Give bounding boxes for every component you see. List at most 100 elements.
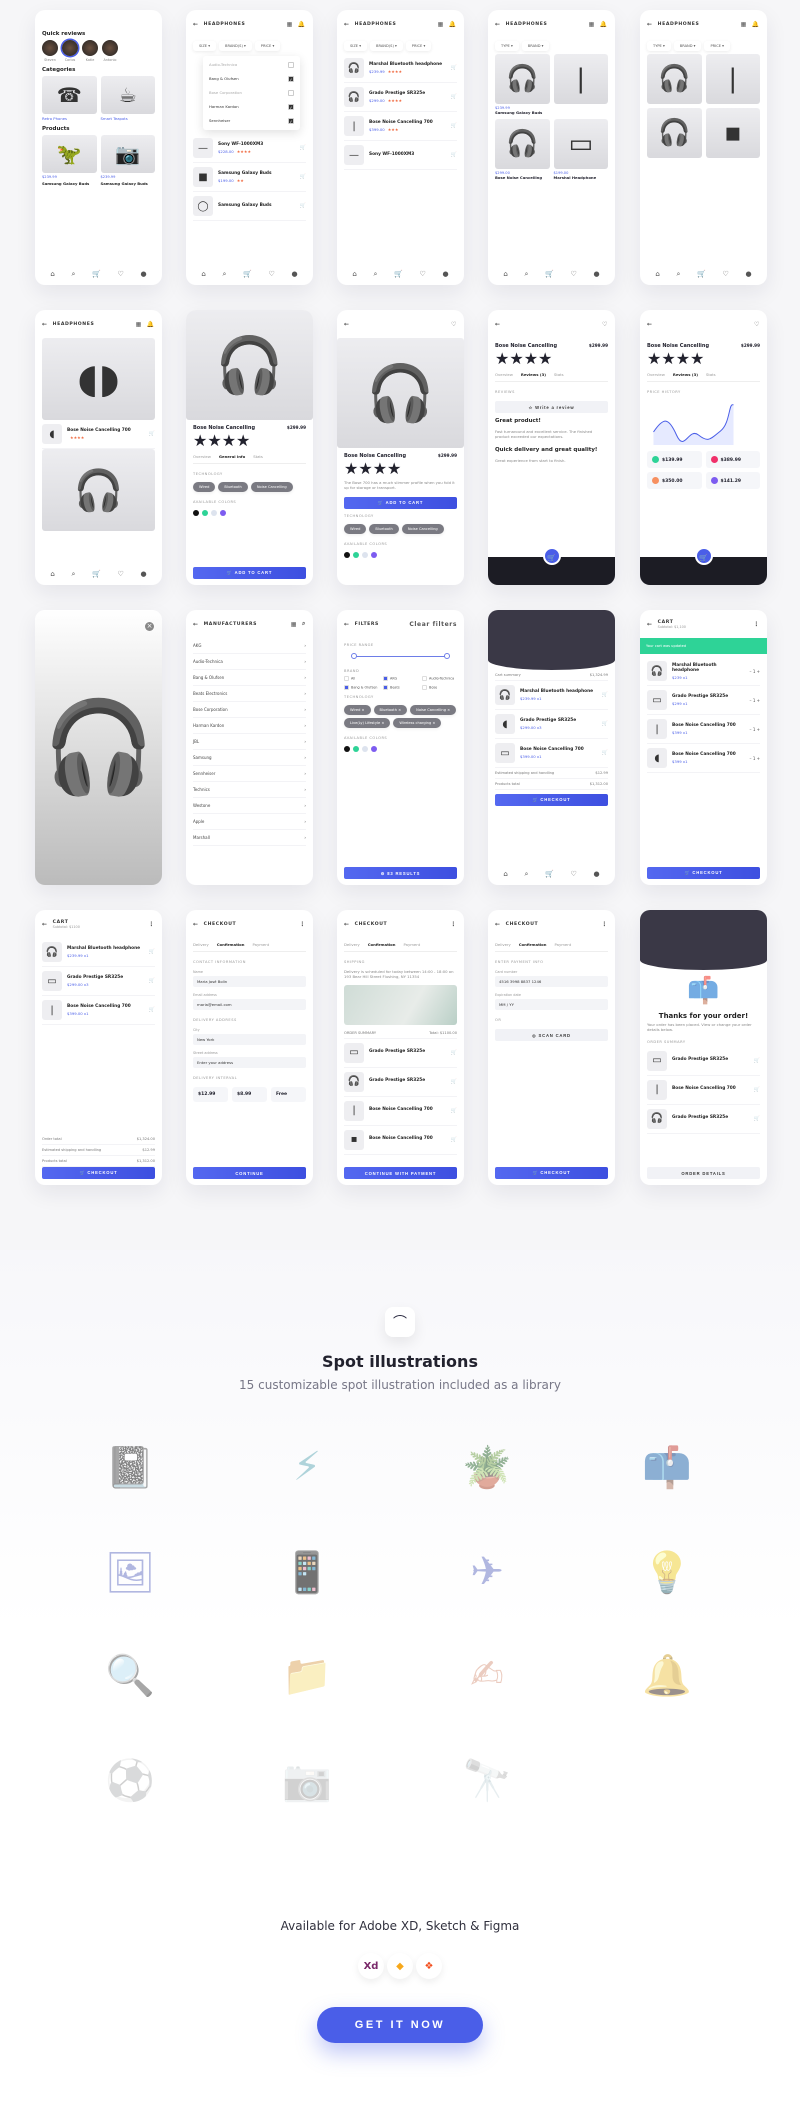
back-arrow-icon[interactable]: ← — [344, 921, 350, 928]
search-icon[interactable]: ⌕ — [525, 870, 529, 879]
card[interactable]: 🦖 $239.99 Samsung Galaxy Buds — [42, 135, 97, 186]
cart-icon[interactable]: 🛒 — [451, 152, 457, 158]
back-arrow-icon[interactable]: ← — [193, 21, 199, 28]
action-button[interactable]: CONTINUE WITH PAYMENT — [344, 1167, 457, 1179]
color-swatch[interactable] — [371, 746, 377, 752]
cart-icon[interactable]: 🛒 — [754, 1116, 760, 1122]
color-swatch[interactable] — [211, 510, 217, 516]
action-button[interactable]: 🛒 CHECKOUT — [647, 867, 760, 879]
home-icon[interactable]: ⌂ — [50, 270, 54, 279]
cart-icon[interactable]: 🛒 — [754, 1087, 760, 1093]
chip[interactable]: Noise Cancelling — [401, 523, 444, 534]
cart-icon[interactable]: 🛒 — [451, 94, 457, 100]
tab[interactable]: Overview — [193, 454, 211, 459]
chip[interactable]: PRICE ▾ — [254, 41, 281, 51]
dropdown-option[interactable]: Sennheiser ✓ — [209, 114, 294, 128]
list-item[interactable]: | Bose Noise Cancelling 700 $399 x1 – 1 + — [647, 715, 760, 744]
list-item[interactable]: 🎧 Marshal Bluetooth headphone $239.99 x1 🛒 — [42, 938, 155, 967]
action-button[interactable]: 🛒 CHECKOUT — [495, 1167, 608, 1179]
cart-icon[interactable]: 🛒 — [451, 123, 457, 129]
floating-cart-button[interactable]: 🛒 — [694, 547, 713, 565]
checkbox[interactable] — [422, 676, 427, 681]
manufacturer-item[interactable]: Westone › — [193, 798, 306, 814]
product-card[interactable]: 🎧 $299.00 Bose Noise Cancelling — [495, 119, 550, 180]
manufacturer-item[interactable]: Audio-Technica › — [193, 654, 306, 670]
cart-icon[interactable]: 🛒 — [149, 978, 155, 984]
header-action-icon[interactable]: ⋮ — [601, 921, 608, 928]
heart-icon[interactable]: ♡ — [118, 570, 124, 579]
header-action-icon[interactable]: 🔔 — [600, 21, 608, 28]
manufacturer-item[interactable]: JBL › — [193, 734, 306, 750]
color-swatch[interactable] — [344, 551, 350, 558]
profile-avatar[interactable]: ● — [141, 570, 147, 579]
list-item[interactable]: 🎧 Marshal Bluetooth headphone $239.99 ★★★★ 🛒 — [344, 54, 457, 83]
price-range-slider[interactable] — [351, 652, 450, 662]
plus-button[interactable]: + — [755, 727, 760, 732]
home-icon[interactable]: ⌂ — [50, 570, 54, 579]
back-arrow-icon[interactable]: ← — [495, 921, 501, 928]
quantity-stepper[interactable]: – 1 + — [750, 669, 760, 674]
header-action-icon[interactable]: ▦ — [438, 21, 444, 28]
cart-icon[interactable]: 🛒 — [451, 1137, 457, 1143]
home-icon[interactable]: ⌂ — [503, 270, 507, 279]
header-action-icon[interactable]: ▦ — [741, 21, 747, 28]
tab[interactable]: Stats — [554, 372, 564, 377]
cart-icon[interactable]: 🛒 — [545, 270, 554, 279]
checkbox[interactable] — [422, 685, 427, 690]
tab[interactable]: Overview — [495, 372, 513, 377]
tab[interactable]: Delivery — [193, 942, 209, 947]
tab[interactable]: Payment — [404, 942, 421, 947]
heart-icon[interactable]: ♡ — [269, 270, 275, 279]
chip[interactable]: PRICE ▾ — [704, 41, 730, 51]
manufacturer-item[interactable]: Bose Corporation › — [193, 702, 306, 718]
list-item[interactable]: ▭ Grado Prestige SR325e 🛒 — [344, 1039, 457, 1068]
chip[interactable]: SIZE ▾ — [344, 41, 368, 51]
chip[interactable]: PRICE ▾ — [405, 41, 432, 51]
action-button[interactable]: ◎ SCAN CARD — [495, 1029, 608, 1041]
chip[interactable]: BRAND ▾ — [521, 41, 550, 51]
quantity-stepper[interactable]: – 1 + — [750, 698, 760, 703]
header-action-icon[interactable]: 🔔 — [752, 21, 760, 28]
cart-icon[interactable]: 🛒 — [243, 270, 252, 279]
field-input[interactable]: MM / YY — [495, 999, 608, 1010]
stat-card[interactable]: $8.99 — [232, 1087, 267, 1102]
tab[interactable]: Delivery — [495, 942, 511, 947]
chip[interactable]: Bluetooth — [369, 523, 399, 534]
list-item[interactable]: | Bose Noise Cancelling 700 🛒 — [647, 1076, 760, 1105]
back-arrow-icon[interactable]: ← — [495, 21, 501, 28]
manufacturer-item[interactable]: Beats Electronics › — [193, 686, 306, 702]
manufacturer-item[interactable]: Marshall › — [193, 830, 306, 846]
list-item[interactable]: ▭ Bose Noise Cancelling 700 $399.00 x1 🛒 — [495, 739, 608, 768]
checkbox[interactable] — [288, 90, 294, 96]
back-arrow-icon[interactable]: ← — [42, 921, 48, 928]
list-item[interactable]: | Bose Noise Cancelling 700 🛒 — [344, 1097, 457, 1126]
card[interactable]: ☎ Retro Phones — [42, 76, 97, 121]
header-action-icon[interactable]: ⋮ — [299, 921, 306, 928]
chip[interactable]: Wireless charging × — [393, 718, 442, 728]
tab[interactable]: Overview — [647, 372, 665, 377]
heart-icon[interactable]: ♡ — [420, 270, 426, 279]
stat-card[interactable]: $12.99 — [193, 1087, 228, 1102]
color-swatch[interactable] — [344, 746, 350, 752]
action-button[interactable]: ORDER DETAILS — [647, 1167, 760, 1179]
tab[interactable]: Delivery — [344, 942, 360, 947]
list-item[interactable]: ▭ Grado Prestige SR325e 🛒 — [647, 1047, 760, 1076]
list-item[interactable]: ◖ Grado Prestige SR325e $299.00 x3 🛒 — [495, 710, 608, 739]
cart-icon[interactable]: 🛒 — [451, 1079, 457, 1085]
back-arrow-icon[interactable]: ← — [647, 321, 653, 328]
profile-avatar[interactable]: ● — [443, 270, 449, 279]
cart-icon[interactable]: 🛒 — [149, 1007, 155, 1013]
action-button[interactable]: 🛒 ADD TO CART — [193, 567, 306, 579]
cart-icon[interactable]: 🛒 — [149, 949, 155, 955]
checkbox[interactable]: ✓ — [288, 76, 294, 82]
header-action-icon[interactable]: Clear filters — [409, 621, 457, 628]
cart-icon[interactable]: 🛒 — [451, 65, 457, 71]
avatar[interactable]: Carlos — [62, 40, 78, 62]
header-action-icon[interactable]: ⌕ — [302, 620, 306, 628]
manufacturer-item[interactable]: Bang & Olufsen › — [193, 670, 306, 686]
header-action-icon[interactable]: ♡ — [451, 321, 457, 328]
chip[interactable]: Bluetooth — [218, 482, 248, 492]
color-swatch[interactable] — [353, 551, 359, 558]
color-swatch[interactable] — [362, 551, 368, 558]
cart-icon[interactable]: 🛒 — [300, 203, 306, 209]
